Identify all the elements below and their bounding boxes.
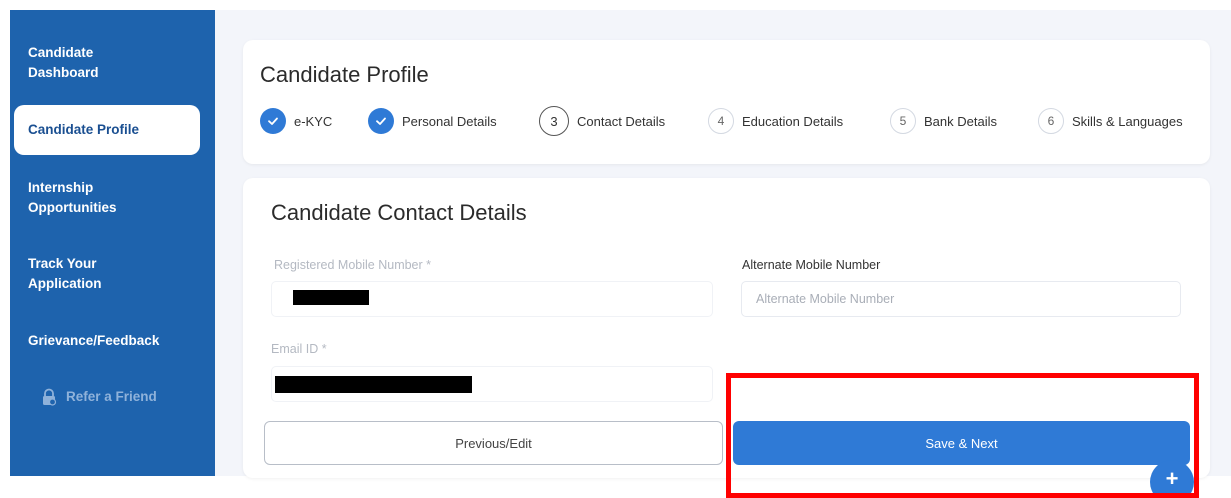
step-number: 6 [1038, 108, 1064, 134]
step-number: 4 [708, 108, 734, 134]
step-label: Skills & Languages [1072, 113, 1183, 129]
sidebar-item-grievance[interactable]: Grievance/Feedback [28, 331, 159, 351]
step-label: e-KYC [294, 113, 333, 129]
check-icon [260, 108, 286, 134]
page-title: Candidate Profile [260, 62, 429, 87]
alternate-mobile-field[interactable] [741, 281, 1181, 317]
floating-action-button[interactable]: + [1150, 460, 1194, 498]
sidebar-item-label: Candidate Profile [28, 122, 140, 137]
step-education-details[interactable]: 4 Education Details [708, 108, 843, 134]
redacted-email [275, 376, 472, 393]
sidebar-item-label: Grievance/Feedback [28, 333, 160, 348]
sidebar-item-profile[interactable]: Candidate Profile [14, 105, 200, 155]
profile-header-card [243, 40, 1210, 164]
step-skills-languages[interactable]: 6 Skills & Languages [1038, 108, 1183, 134]
step-contact-details[interactable]: 3 Contact Details [539, 106, 665, 136]
previous-edit-button[interactable]: Previous/Edit [264, 421, 723, 465]
lock-icon [40, 388, 58, 406]
section-title: Candidate Contact Details [271, 200, 527, 225]
step-bank-details[interactable]: 5 Bank Details [890, 108, 997, 134]
alternate-mobile-label: Alternate Mobile Number [742, 258, 881, 272]
step-number: 3 [539, 106, 569, 136]
step-ekyc[interactable]: e-KYC [260, 108, 332, 134]
alternate-mobile-input[interactable] [742, 282, 1180, 316]
step-label: Bank Details [924, 113, 997, 129]
sidebar-item-internships[interactable]: Internship Opportunities [28, 178, 148, 218]
plus-icon: + [1165, 466, 1179, 491]
sidebar-item-refer[interactable]: Refer a Friend [40, 387, 157, 407]
app-root: Candidate Dashboard Candidate Profile In… [0, 0, 1231, 498]
step-number: 5 [890, 108, 916, 134]
step-label: Personal Details [402, 113, 497, 129]
sidebar-item-track-application[interactable]: Track Your Application [28, 254, 128, 294]
redacted-mobile-number [293, 290, 369, 305]
save-next-button[interactable]: Save & Next [733, 421, 1190, 465]
registered-mobile-label: Registered Mobile Number * [274, 258, 432, 272]
sidebar-item-dashboard[interactable]: Candidate Dashboard [28, 43, 178, 83]
step-personal-details[interactable]: Personal Details [368, 108, 497, 134]
step-label: Education Details [742, 113, 844, 129]
step-label: Contact Details [577, 113, 666, 129]
sidebar-item-label: Internship Opportunities [28, 180, 117, 215]
email-label: Email ID * [271, 342, 327, 356]
sidebar-item-label: Track Your Application [28, 256, 102, 291]
sidebar-item-label: Refer a Friend [66, 389, 157, 404]
check-icon [368, 108, 394, 134]
sidebar-item-label: Candidate Dashboard [28, 45, 99, 80]
